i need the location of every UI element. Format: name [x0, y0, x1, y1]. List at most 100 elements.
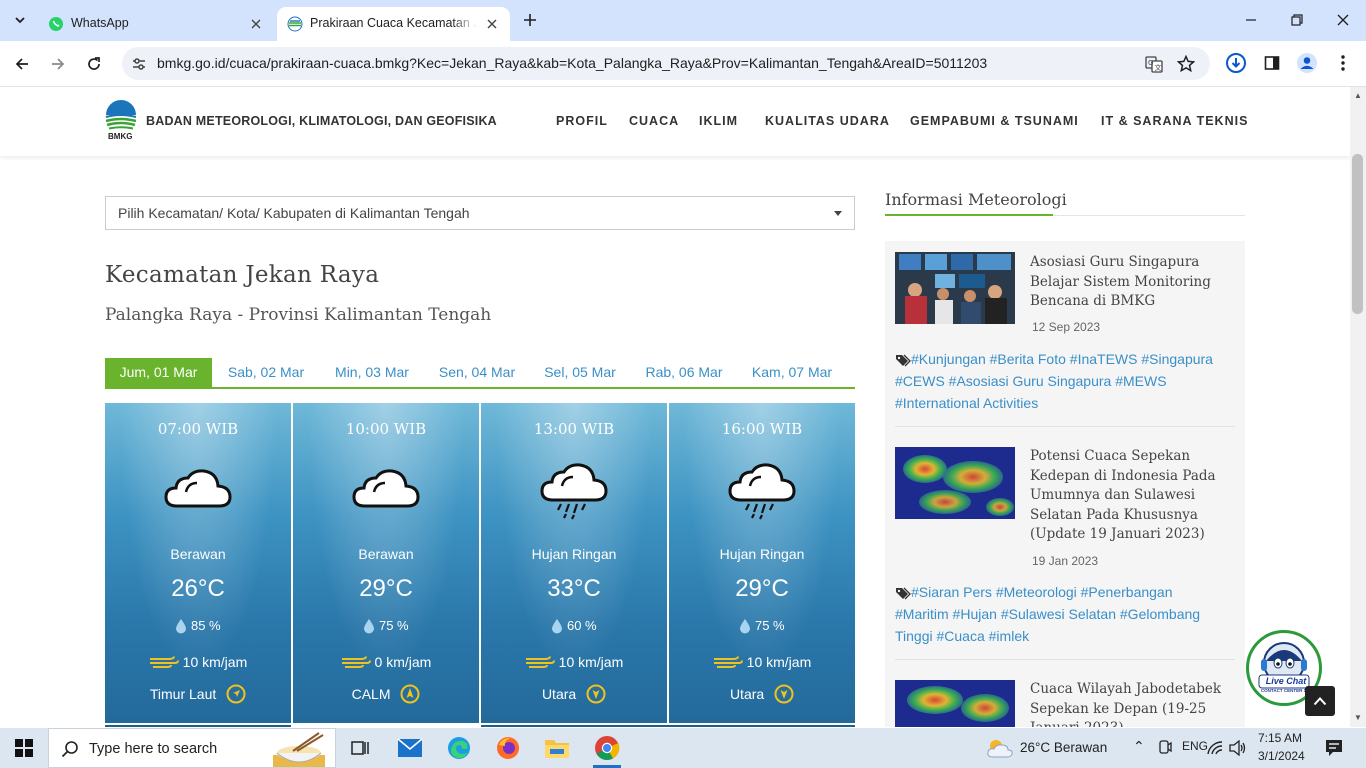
bookmark-star-icon[interactable]	[1176, 54, 1196, 73]
tab-day-7[interactable]: Kam, 07 Mar	[745, 358, 839, 387]
news-tags-text[interactable]: #Kunjungan #Berita Foto #InaTEWS #Singap…	[895, 351, 1213, 411]
new-tab-button[interactable]	[519, 9, 541, 31]
search-highlight-noodles-icon	[273, 732, 325, 767]
window-close-button[interactable]	[1320, 0, 1366, 40]
humidity-drop-icon	[176, 618, 187, 634]
address-bar[interactable]: bmkg.go.id/cuaca/prakiraan-cuaca.bmkg?Ke…	[122, 47, 1210, 80]
nav-gempabumi-tsunami[interactable]: GEMPABUMI & TSUNAMI	[910, 114, 1079, 128]
taskbar-firefox[interactable]	[492, 732, 524, 764]
downloads-button[interactable]	[1224, 51, 1248, 75]
windows-logo-icon	[15, 739, 33, 757]
tab-day-6[interactable]: Rab, 06 Mar	[637, 358, 731, 387]
tab-label: Prakiraan Cuaca Kecamatan Jekan Raya	[310, 16, 477, 30]
taskbar-chrome[interactable]	[591, 732, 623, 768]
tab-day-1[interactable]: Jum, 01 Mar	[105, 358, 212, 387]
forecast-card[interactable]: 07:00 WIB Berawan 26°C 85 % 10 km/jam Ti…	[105, 403, 291, 723]
page-scrollbar[interactable]: ▲ ▼	[1350, 87, 1366, 727]
wifi-icon[interactable]	[1206, 740, 1224, 756]
meet-now-icon[interactable]	[1158, 740, 1172, 756]
news-title[interactable]: Potensi Cuaca Sepekan Kedepan di Indones…	[1030, 447, 1230, 545]
task-view-button[interactable]	[344, 732, 376, 764]
site-header: BMKG BADAN METEOROLOGI, KLIMATOLOGI, DAN…	[0, 87, 1350, 156]
close-icon[interactable]	[248, 16, 264, 32]
forward-button[interactable]	[44, 50, 72, 78]
scrollbar-thumb[interactable]	[1352, 154, 1363, 314]
nav-profil[interactable]: PROFIL	[556, 114, 608, 128]
forecast-card[interactable]: 13:00 WIB Hujan Ringan 33°C 60 % 10 km/j…	[481, 403, 667, 723]
forecast-card[interactable]: 16:00 WIB Hujan Ringan 29°C 75 % 10 km/j…	[669, 403, 855, 723]
chevron-up-icon	[1313, 697, 1327, 706]
news-thumbnail[interactable]	[895, 680, 1015, 727]
tab-day-5[interactable]: Sel, 05 Mar	[535, 358, 625, 387]
volume-icon[interactable]	[1229, 740, 1247, 756]
news-tags-text[interactable]: #Siaran Pers #Meteorologi #Penerbangan #…	[895, 584, 1200, 644]
page-title: Kecamatan Jekan Raya	[105, 262, 380, 288]
forecast-card[interactable]: 10:00 WIB Berawan 29°C 75 % 0 km/jam CAL…	[293, 403, 479, 723]
nav-cuaca[interactable]: CUACA	[629, 114, 679, 128]
bmkg-logo[interactable]: BMKG	[104, 100, 138, 144]
tab-day-4[interactable]: Sen, 04 Mar	[430, 358, 524, 387]
forecast-wind-direction: Utara	[481, 684, 667, 704]
notifications-icon[interactable]	[1324, 738, 1344, 758]
back-to-top-button[interactable]	[1305, 686, 1335, 716]
nav-iklim[interactable]: IKLIM	[699, 114, 738, 128]
tab-day-2[interactable]: Sab, 02 Mar	[219, 358, 313, 387]
minimize-button[interactable]	[1228, 0, 1274, 40]
tab-whatsapp[interactable]: WhatsApp	[38, 7, 274, 41]
tray-chevron-up-icon[interactable]: ⌃	[1133, 738, 1145, 755]
forecast-wind-direction: Timur Laut	[105, 684, 291, 704]
site-brand-title[interactable]: BADAN METEOROLOGI, KLIMATOLOGI, DAN GEOF…	[146, 114, 497, 128]
close-icon[interactable]	[484, 16, 500, 32]
scroll-up-icon[interactable]: ▲	[1353, 91, 1363, 101]
side-panel-button[interactable]	[1260, 51, 1284, 75]
news-title[interactable]: Cuaca Wilayah Jabodetabek Sepekan ke Dep…	[1030, 680, 1230, 727]
input-language[interactable]: ENG	[1182, 739, 1208, 753]
restore-button[interactable]	[1274, 0, 1320, 40]
download-icon	[1226, 53, 1246, 73]
page-subtitle: Palangka Raya - Provinsi Kalimantan Teng…	[105, 305, 492, 325]
news-title[interactable]: Asosiasi Guru Singapura Belajar Sistem M…	[1030, 253, 1230, 312]
scroll-down-icon[interactable]: ▼	[1353, 713, 1363, 723]
news-thumbnail[interactable]	[895, 252, 1015, 324]
taskbar-edge[interactable]	[443, 732, 475, 764]
compass-north-icon	[586, 684, 606, 704]
tab-day-3[interactable]: Min, 03 Mar	[325, 358, 419, 387]
humidity-drop-icon	[740, 618, 751, 634]
live-chat-label: Live Chat	[1265, 676, 1307, 686]
translate-icon[interactable]: 文G	[1145, 55, 1163, 73]
wind-direction-label: Utara	[541, 686, 577, 702]
tab-search-button[interactable]	[6, 7, 34, 33]
minimize-icon	[1246, 19, 1256, 21]
browser-menu-button[interactable]	[1331, 51, 1355, 75]
taskbar-weather[interactable]: 26°C Berawan	[1020, 740, 1107, 755]
taskbar-file-explorer[interactable]	[541, 732, 573, 764]
humidity-value: 60 %	[566, 618, 597, 634]
forecast-humidity: 60 %	[481, 617, 667, 634]
start-button[interactable]	[8, 732, 40, 764]
browser-tab-strip: WhatsApp Prakiraan Cuaca Kecamatan Jekan…	[0, 0, 1366, 41]
news-thumbnail[interactable]	[895, 447, 1015, 519]
profile-button[interactable]	[1295, 51, 1319, 75]
clock-time[interactable]: 7:15 AM	[1258, 731, 1302, 745]
search-icon	[61, 741, 78, 758]
wind-icon	[341, 656, 371, 669]
clock-date[interactable]: 3/1/2024	[1258, 749, 1305, 763]
compass-north-icon	[774, 684, 794, 704]
taskbar-search-placeholder: Type here to search	[89, 741, 218, 757]
location-select[interactable]: Pilih Kecamatan/ Kota/ Kabupaten di Kali…	[105, 196, 855, 230]
forecast-humidity: 75 %	[669, 617, 855, 634]
plus-icon	[524, 14, 536, 26]
forecast-wind: 0 km/jam	[293, 653, 479, 670]
back-button[interactable]	[8, 50, 36, 78]
taskbar-search[interactable]: Type here to search	[48, 728, 336, 768]
site-settings-icon[interactable]	[130, 55, 148, 73]
page-viewport: BMKG BADAN METEOROLOGI, KLIMATOLOGI, DAN…	[0, 87, 1350, 727]
tab-label: WhatsApp	[71, 16, 129, 30]
reload-button[interactable]	[80, 50, 108, 78]
news-tags: #Kunjungan #Berita Foto #InaTEWS #Singap…	[895, 348, 1225, 414]
nav-kualitas-udara[interactable]: KUALITAS UDARA	[765, 114, 890, 128]
nav-it-sarana-teknis[interactable]: IT & SARANA TEKNIS	[1101, 114, 1248, 128]
taskbar-mail[interactable]	[394, 732, 426, 764]
tab-prakiraan-cuaca[interactable]: Prakiraan Cuaca Kecamatan Jekan Raya	[277, 7, 510, 41]
forecast-condition: Hujan Ringan	[531, 546, 617, 562]
